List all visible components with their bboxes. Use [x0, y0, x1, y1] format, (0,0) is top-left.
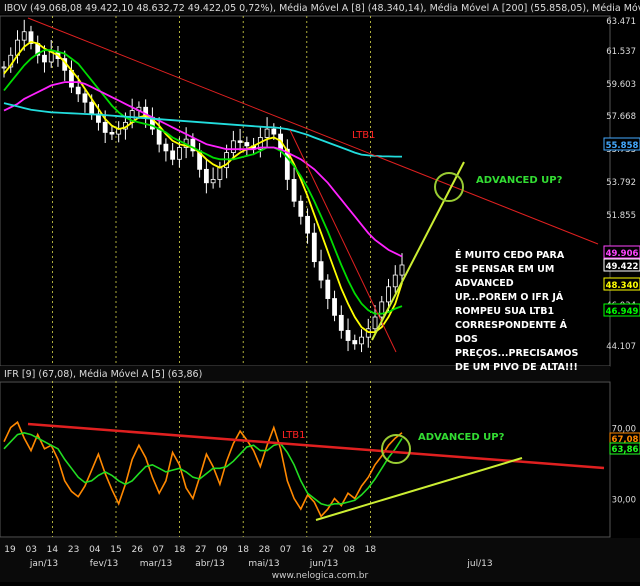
price-body [230, 140, 236, 153]
note-line: UP...POREM O IFR JÁ [455, 291, 564, 303]
price-body [163, 143, 169, 152]
note-line: ROMPEU SUA LTB1 [455, 306, 554, 317]
ifr-ltb1-label: LTB1 [282, 430, 306, 441]
price-body [89, 101, 95, 115]
price-body [102, 121, 108, 133]
price-legend: IBOV (49.068,08 49.422,10 48.632,72 49.4… [4, 3, 640, 14]
price-body [379, 301, 385, 318]
x-day-tick: 18 [237, 545, 249, 555]
price-body [75, 86, 81, 95]
x-day-tick: 03 [25, 545, 36, 555]
price-body [392, 274, 398, 288]
note-line: SE PENSAR EM UM [455, 264, 554, 275]
note-line: ADVANCED [455, 278, 514, 289]
ifr-value-badges: 67,0863,86 [609, 432, 640, 455]
note-line: DOS [455, 334, 478, 345]
x-day-tick: 14 [47, 545, 59, 555]
x-month-tick: mar/13 [140, 559, 172, 569]
price-y-tick: 61.537 [606, 47, 636, 57]
price-body [176, 147, 182, 160]
price-body [372, 316, 378, 330]
price-body [42, 54, 47, 63]
ifr-legend: IFR [9] (67,08), Média Móvel A [5] (63,8… [4, 369, 202, 380]
price-body [305, 215, 310, 234]
x-day-tick: 15 [110, 545, 121, 555]
x-month-tick: jun/13 [309, 559, 338, 569]
x-month-tick: fev/13 [90, 559, 119, 569]
value-badge-label: 49.906 [606, 249, 639, 259]
note-line: DE UM PIVO DE ALTA!!! [455, 362, 578, 373]
x-day-tick: 16 [301, 545, 313, 555]
price-body [203, 168, 209, 184]
x-day-tick: 23 [68, 545, 79, 555]
x-day-tick: 26 [131, 545, 143, 555]
x-month-tick: jan/13 [29, 559, 58, 569]
chart-canvas: IBOV (49.068,08 49.422,10 48.632,72 49.4… [0, 0, 640, 582]
footer-url: www.nelogica.com.br [272, 571, 369, 581]
ifr-advanced-up-label: ADVANCED UP? [418, 432, 505, 443]
price-body [291, 179, 297, 202]
x-day-tick: 28 [259, 545, 271, 555]
price-body [332, 298, 337, 316]
ifr-value-badge-label: 63,86 [612, 445, 639, 455]
price-y-tick: 59.603 [606, 80, 636, 90]
price-body [210, 179, 216, 184]
price-body [271, 128, 277, 135]
price-body [399, 264, 405, 276]
price-body [338, 314, 344, 331]
value-badge-label: 48.340 [606, 281, 639, 291]
x-day-tick: 18 [365, 545, 377, 555]
x-month-tick: jul/13 [466, 559, 492, 569]
note-line: CORRESPONDENTE Á [455, 319, 568, 331]
price-y-tick: 63.471 [606, 17, 636, 27]
price-body [264, 128, 270, 138]
x-day-tick: 07 [280, 545, 291, 555]
x-day-tick: 07 [153, 545, 164, 555]
note-line: PREÇOS...PRECISAMOS [455, 348, 578, 359]
x-day-tick: 08 [343, 545, 355, 555]
price-body [170, 150, 176, 160]
price-body [1, 66, 7, 69]
price-body [345, 330, 351, 341]
price-body [352, 340, 358, 345]
price-body [21, 31, 27, 41]
price-body [217, 167, 223, 180]
price-body [237, 140, 243, 143]
x-day-tick: 18 [174, 545, 186, 555]
value-badge-label: 55.858 [606, 141, 639, 151]
price-y-tick: 53.792 [606, 178, 636, 188]
value-badge-label: 49.422 [606, 262, 639, 272]
x-day-tick: 09 [216, 545, 228, 555]
price-body [109, 132, 115, 135]
x-day-tick: 04 [89, 545, 101, 555]
ifr-y-tick: 30,00 [612, 496, 636, 506]
value-badge-label: 46.949 [606, 307, 639, 317]
x-day-tick: 27 [195, 545, 206, 555]
stock-chart: IBOV (49.068,08 49.422,10 48.632,72 49.4… [0, 0, 640, 582]
price-body [82, 93, 88, 103]
ltb1-label: LTB1 [352, 130, 376, 141]
price-y-tick: 44.107 [606, 342, 636, 352]
price-y-tick: 51.855 [606, 211, 636, 221]
note-line: É MUITO CEDO PARA [455, 249, 565, 261]
price-y-tick: 57.668 [606, 112, 636, 122]
x-day-tick: 27 [322, 545, 333, 555]
price-body [386, 286, 391, 303]
x-month-tick: abr/13 [195, 559, 224, 569]
price-body [359, 336, 364, 345]
price-body [298, 200, 304, 217]
background [0, 0, 640, 582]
price-body [318, 261, 324, 281]
price-body [325, 279, 331, 299]
price-body [244, 142, 250, 147]
price-body [311, 232, 317, 263]
x-day-tick: 19 [4, 545, 16, 555]
price-body [156, 128, 162, 145]
x-month-tick: mai/13 [248, 559, 279, 569]
advanced-up-label: ADVANCED UP? [476, 175, 563, 186]
